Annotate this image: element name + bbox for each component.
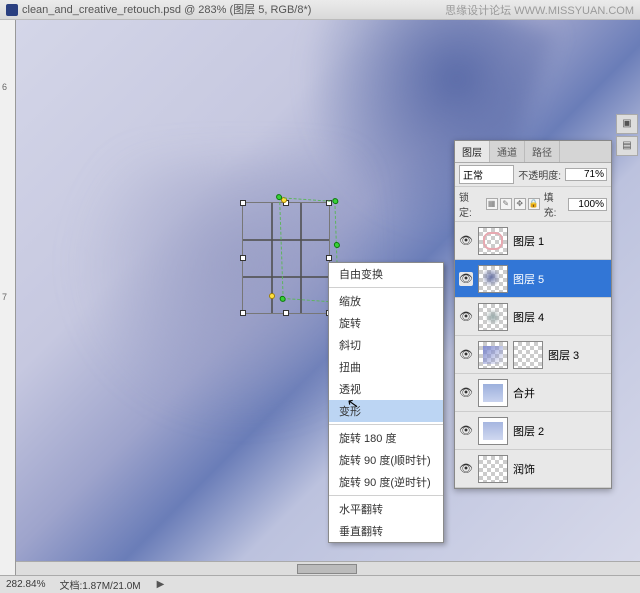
lock-position-icon[interactable]: ✥	[514, 198, 526, 210]
menu-rotate-90-ccw[interactable]: 旋转 90 度(逆时针)	[329, 471, 443, 493]
layer-name[interactable]: 图层 4	[513, 309, 544, 325]
lock-buttons: ▦ ✎ ✥ 🔒	[484, 198, 540, 210]
status-doc-label: 文档:1.87M/21.0M	[59, 577, 140, 592]
menu-distort[interactable]: 扭曲	[329, 356, 443, 378]
layer-row[interactable]: 👁 图层 2	[455, 412, 611, 450]
tab-paths[interactable]: 路径	[525, 141, 560, 162]
panel-tabs: 图层 通道 路径	[455, 141, 611, 163]
vertical-ruler: 6 7	[0, 20, 16, 575]
layer-row[interactable]: 👁 图层 5	[455, 260, 611, 298]
lock-pixels-icon[interactable]: ✎	[500, 198, 512, 210]
transform-handle[interactable]	[240, 310, 246, 316]
visibility-icon[interactable]: 👁	[459, 386, 473, 400]
layer-row[interactable]: 👁 图层 4	[455, 298, 611, 336]
layer-name[interactable]: 润饰	[513, 461, 535, 477]
menu-free-transform[interactable]: 自由变换	[329, 263, 443, 285]
layer-name[interactable]: 图层 3	[548, 347, 579, 363]
horizontal-scrollbar[interactable]	[16, 561, 640, 575]
watermark-text: 思缘设计论坛 WWW.MISSYUAN.COM	[445, 2, 634, 18]
right-mini-toolbar: ▣ ▤	[614, 114, 640, 156]
visibility-icon[interactable]: 👁	[459, 272, 473, 286]
visibility-icon[interactable]: 👁	[459, 310, 473, 324]
layer-row[interactable]: 👁 合并	[455, 374, 611, 412]
free-transform-bounds[interactable]	[242, 202, 330, 314]
title-filename: clean_and_creative_retouch.psd @ 283% (图…	[22, 0, 311, 20]
visibility-icon[interactable]: 👁	[459, 424, 473, 438]
fill-input[interactable]: 100%	[568, 198, 607, 211]
toolbar-button[interactable]: ▤	[616, 136, 638, 156]
layer-thumbnail[interactable]	[478, 379, 508, 407]
transform-handle[interactable]	[283, 310, 289, 316]
menu-skew[interactable]: 斜切	[329, 334, 443, 356]
opacity-label: 不透明度:	[518, 167, 561, 182]
ps-file-icon	[6, 4, 18, 16]
tab-layers[interactable]: 图层	[455, 141, 490, 162]
menu-flip-horizontal[interactable]: 水平翻转	[329, 498, 443, 520]
warp-handle[interactable]	[269, 293, 275, 299]
visibility-icon[interactable]: 👁	[459, 462, 473, 476]
menu-rotate[interactable]: 旋转	[329, 312, 443, 334]
layer-name[interactable]: 图层 1	[513, 233, 544, 249]
opacity-input[interactable]: 71%	[565, 168, 607, 181]
layer-thumbnail[interactable]	[478, 227, 508, 255]
status-menu-arrow-icon[interactable]: ▶	[157, 579, 165, 590]
visibility-icon[interactable]: 👁	[459, 348, 473, 362]
layer-name[interactable]: 图层 5	[513, 271, 544, 287]
layer-list[interactable]: 👁 图层 1 👁 图层 5 👁 图层 4 👁 图层 3 👁 合并 👁	[455, 222, 611, 488]
warp-handle[interactable]	[280, 296, 286, 302]
layers-panel[interactable]: 图层 通道 路径 正常 不透明度: 71% 锁定: ▦ ✎ ✥ 🔒 填充: 10…	[454, 140, 612, 489]
layer-row[interactable]: 👁 润饰	[455, 450, 611, 488]
transform-context-menu[interactable]: 自由变换 缩放 旋转 斜切 扭曲 透视 变形 旋转 180 度 旋转 90 度(…	[328, 262, 444, 543]
layer-thumbnail[interactable]	[478, 303, 508, 331]
layer-name[interactable]: 图层 2	[513, 423, 544, 439]
layer-thumbnail[interactable]	[478, 341, 508, 369]
lock-label: 锁定:	[459, 189, 480, 219]
menu-rotate-180[interactable]: 旋转 180 度	[329, 427, 443, 449]
menu-flip-vertical[interactable]: 垂直翻转	[329, 520, 443, 542]
layer-thumbnail[interactable]	[478, 455, 508, 483]
warp-handle[interactable]	[276, 194, 282, 200]
lock-transparency-icon[interactable]: ▦	[486, 198, 498, 210]
warp-handle[interactable]	[334, 242, 340, 248]
layer-thumbnail[interactable]	[478, 265, 508, 293]
status-bar: 282.84% 文档:1.87M/21.0M ▶	[0, 575, 640, 593]
transform-handle[interactable]	[240, 255, 246, 261]
visibility-icon[interactable]: 👁	[459, 234, 473, 248]
layer-mask-thumbnail[interactable]	[513, 341, 543, 369]
fill-label: 填充:	[544, 189, 565, 219]
toolbar-button[interactable]: ▣	[616, 114, 638, 134]
blend-mode-select[interactable]: 正常	[459, 165, 514, 184]
menu-rotate-90-cw[interactable]: 旋转 90 度(顺时针)	[329, 449, 443, 471]
layer-row[interactable]: 👁 图层 1	[455, 222, 611, 260]
layer-name[interactable]: 合并	[513, 385, 535, 401]
status-zoom[interactable]: 282.84%	[6, 579, 45, 590]
transform-handle[interactable]	[240, 200, 246, 206]
lock-all-icon[interactable]: 🔒	[528, 198, 540, 210]
layer-thumbnail[interactable]	[478, 417, 508, 445]
warp-handle[interactable]	[332, 198, 338, 204]
tab-channels[interactable]: 通道	[490, 141, 525, 162]
menu-scale[interactable]: 缩放	[329, 290, 443, 312]
scrollbar-thumb[interactable]	[297, 564, 357, 574]
layer-row[interactable]: 👁 图层 3	[455, 336, 611, 374]
